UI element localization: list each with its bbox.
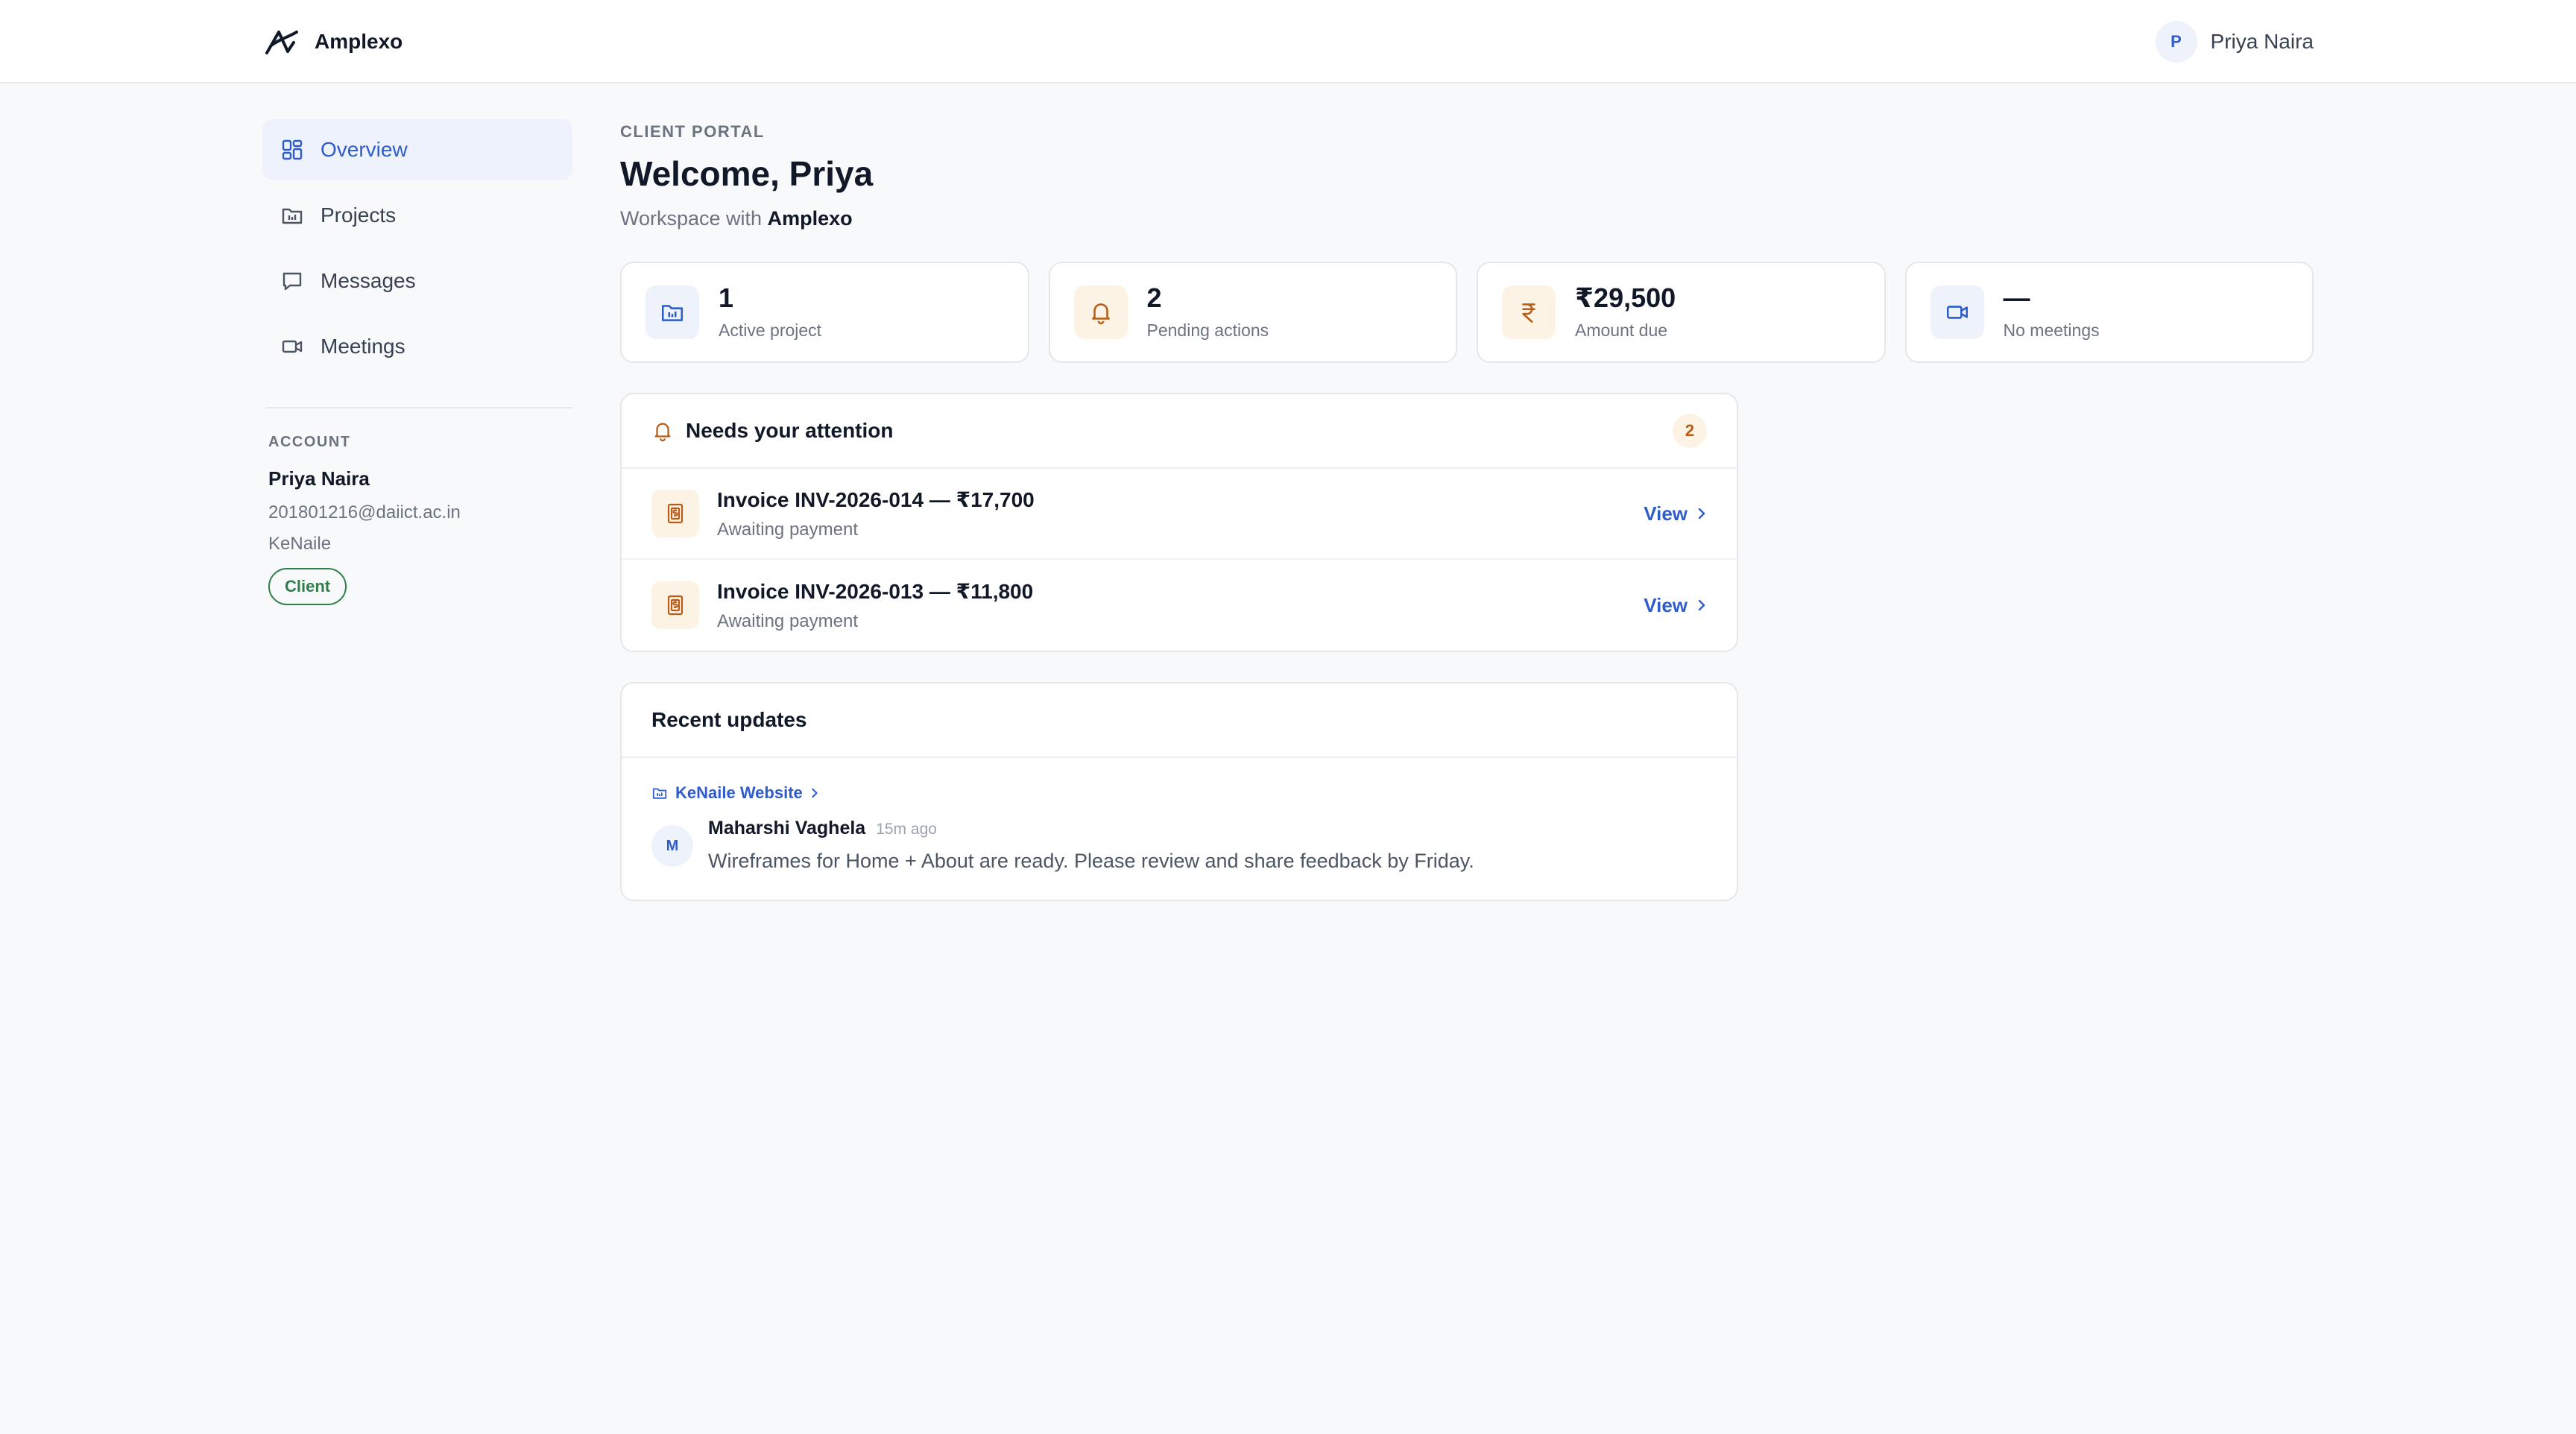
- invoice-icon: [651, 581, 699, 629]
- updates-header: Recent updates: [622, 683, 1737, 758]
- account-heading: ACCOUNT: [268, 434, 351, 450]
- invoice-title: Invoice INV-2026-014 — ₹17,700: [717, 487, 1035, 511]
- bell-icon: [651, 420, 674, 442]
- account-email: 201801216@daiict.ac.in: [268, 502, 461, 522]
- stat-card-active-project[interactable]: 1 Active project: [620, 262, 1029, 363]
- update-message: M Maharshi Vaghela 15m ago Wireframes fo…: [651, 818, 1707, 873]
- folder-icon: [280, 203, 304, 227]
- stat-value: 2: [1146, 282, 1162, 313]
- stat-label: Amount due: [1575, 320, 1668, 340]
- stat-label: Active project: [719, 320, 822, 340]
- page-eyebrow: CLIENT PORTAL: [620, 122, 765, 141]
- sidebar-divider: [265, 407, 572, 408]
- invoice-status: Awaiting payment: [717, 610, 858, 631]
- video-icon: [1930, 285, 1984, 339]
- page-title: Welcome, Priya: [620, 154, 874, 193]
- update-text: Wireframes for Home + About are ready. P…: [708, 850, 1474, 872]
- attention-card: Needs your attention 2 Invoice INV-2026-…: [620, 393, 1738, 652]
- role-badge: Client: [268, 568, 347, 605]
- sidebar-item-projects[interactable]: Projects: [262, 185, 572, 246]
- video-icon: [280, 335, 304, 358]
- stat-value: ₹29,500: [1575, 282, 1676, 313]
- attention-title: Needs your attention: [686, 419, 894, 442]
- sidebar-item-label: Messages: [321, 269, 416, 292]
- update-author: Maharshi Vaghela: [708, 818, 866, 838]
- view-label: View: [1644, 502, 1688, 525]
- account-company: KeNaile: [268, 534, 332, 554]
- stat-card-amount-due[interactable]: ₹29,500 Amount due: [1477, 262, 1886, 363]
- stat-label: No meetings: [2003, 320, 2100, 340]
- brand-logo-icon: [265, 29, 298, 54]
- chat-icon: [280, 269, 304, 293]
- stats-row: 1 Active project 2 Pending actions ₹29,5…: [620, 262, 2314, 363]
- stat-label: Pending actions: [1146, 320, 1269, 340]
- stat-card-meetings[interactable]: — No meetings: [1904, 262, 2314, 363]
- account-name: Priya Naira: [268, 467, 370, 490]
- workspace-line: Workspace with Amplexo: [620, 207, 2314, 230]
- folder-icon: [651, 785, 668, 801]
- invoice-icon: [651, 490, 699, 537]
- rupee-icon: [1502, 285, 1556, 339]
- stat-value: 1: [719, 282, 734, 313]
- grid-icon: [280, 138, 304, 162]
- updates-title: Recent updates: [651, 708, 807, 731]
- user-menu[interactable]: P Priya Naira: [2155, 21, 2314, 63]
- list-item[interactable]: Invoice INV-2026-013 — ₹11,800 Awaiting …: [622, 560, 1737, 651]
- brand[interactable]: Amplexo: [265, 27, 402, 57]
- avatar: P: [2155, 21, 2197, 63]
- account-panel: ACCOUNT Priya Naira 201801216@daiict.ac.…: [262, 434, 572, 605]
- sidebar-item-label: Overview: [321, 138, 408, 161]
- stat-value: —: [2003, 282, 2030, 313]
- view-label: View: [1644, 593, 1688, 616]
- brand-name: Amplexo: [315, 30, 403, 53]
- avatar: M: [651, 825, 693, 867]
- folder-icon: [645, 285, 699, 339]
- sidebar-item-messages[interactable]: Messages: [262, 250, 572, 312]
- top-bar: Amplexo P Priya Naira: [0, 0, 2576, 83]
- sidebar-item-label: Meetings: [321, 335, 405, 358]
- project-link[interactable]: KeNaile Website: [651, 783, 1707, 803]
- invoice-title: Invoice INV-2026-013 — ₹11,800: [717, 579, 1034, 603]
- view-button[interactable]: View: [1644, 594, 1707, 617]
- user-name: Priya Naira: [2210, 30, 2314, 53]
- invoice-status: Awaiting payment: [717, 519, 858, 540]
- workspace-name: Amplexo: [767, 207, 853, 230]
- chevron-right-icon: [1696, 598, 1707, 612]
- update-item: KeNaile Website M Maharshi Vaghela 15m a…: [622, 758, 1737, 900]
- update-meta: Maharshi Vaghela 15m ago: [708, 818, 1474, 839]
- recent-updates-card: Recent updates KeNaile Website M Maharsh…: [620, 682, 1738, 901]
- sidebar-item-overview[interactable]: Overview: [262, 119, 572, 180]
- list-item[interactable]: Invoice INV-2026-014 — ₹17,700 Awaiting …: [622, 469, 1737, 560]
- update-time: 15m ago: [876, 821, 937, 838]
- bell-icon: [1073, 285, 1128, 339]
- view-button[interactable]: View: [1644, 502, 1707, 525]
- sidebar-item-label: Projects: [321, 203, 397, 227]
- attention-count-badge: 2: [1673, 414, 1707, 448]
- attention-header: Needs your attention 2: [622, 394, 1737, 469]
- stat-card-pending-actions[interactable]: 2 Pending actions: [1048, 262, 1457, 363]
- project-name: KeNaile Website: [675, 783, 803, 802]
- main-content: CLIENT PORTAL Welcome, Priya Workspace w…: [620, 119, 2314, 901]
- sidebar-item-meetings[interactable]: Meetings: [262, 316, 572, 377]
- chevron-right-icon: [810, 787, 819, 799]
- chevron-right-icon: [1696, 507, 1707, 520]
- workspace-prefix: Workspace with: [620, 207, 763, 230]
- sidebar: Overview Projects Messages Meetings ACCO…: [262, 119, 572, 605]
